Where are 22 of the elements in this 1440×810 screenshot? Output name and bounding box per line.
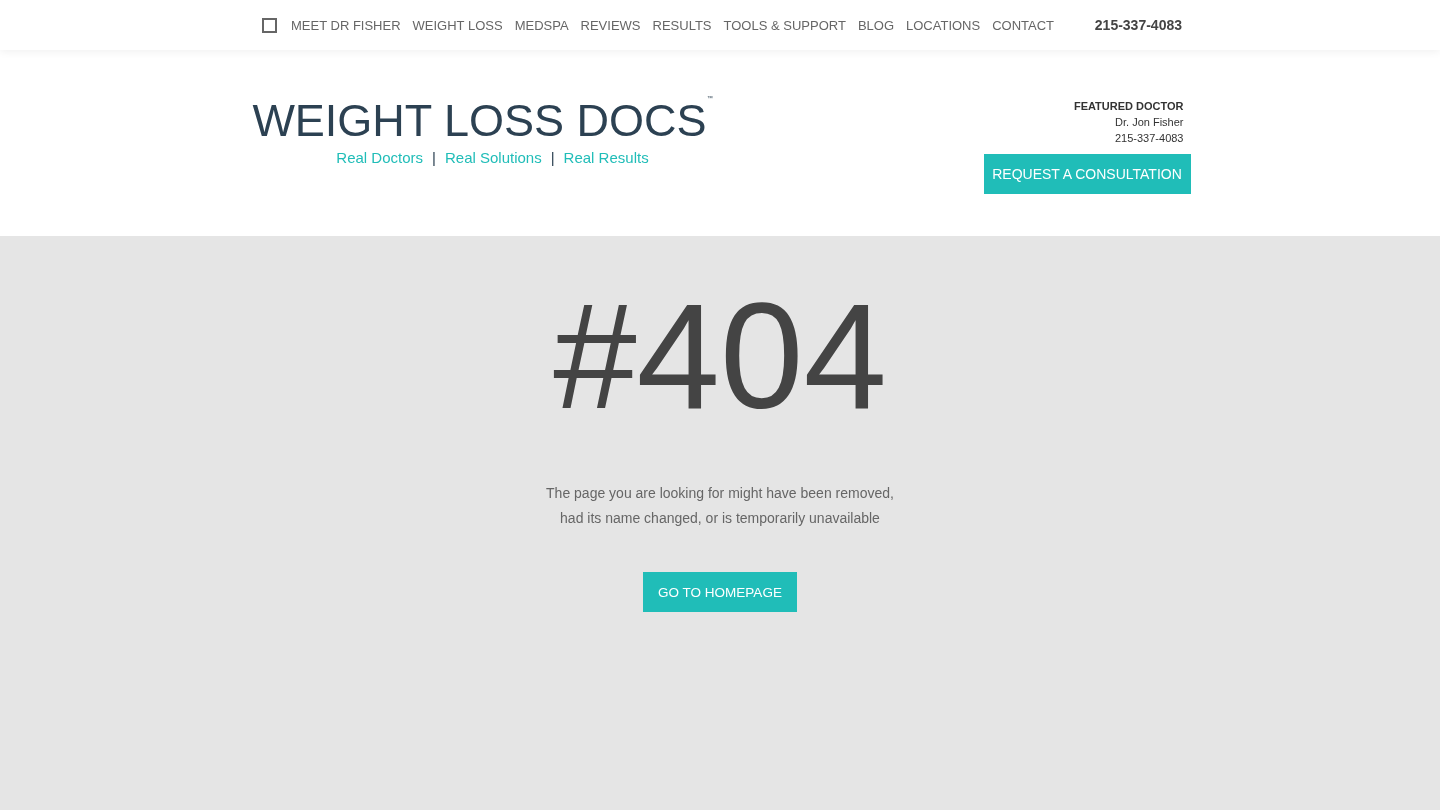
nav-link[interactable]: WEIGHT LOSS — [412, 17, 503, 33]
doctor-name: Dr. Jon Fisher — [1115, 115, 1184, 130]
tagline: Real Doctors — [336, 149, 424, 166]
nav-link[interactable]: REVIEWS — [580, 17, 641, 33]
phone-number: 215-337-4083 — [1094, 17, 1182, 33]
tagline-separator: | — [550, 149, 555, 166]
nav-link[interactable]: BLOG — [857, 17, 894, 33]
tagline-separator: | — [432, 149, 436, 166]
featured-heading: FEATURED DOCTOR — [1073, 99, 1184, 114]
logo-wordmark: WEIGHT LOSS DOCS — [252, 95, 707, 147]
nav-link[interactable]: MEET DR FISHER — [291, 17, 401, 33]
nav-link[interactable]: TOOLS & SUPPORT — [723, 17, 846, 33]
tagline: Real Results — [563, 149, 649, 166]
menu-icon[interactable] — [262, 17, 277, 33]
tagline: Real Solutions — [444, 149, 542, 166]
nav-link[interactable]: RESULTS — [652, 17, 712, 33]
error-code: #404 — [553, 281, 887, 431]
nav-link[interactable]: CONTACT — [992, 17, 1055, 33]
error-message: The page you are looking for might have been removed, had its name changed, or is temporarily unavailable — [546, 484, 894, 528]
nav-link[interactable]: LOCATIONS — [906, 17, 981, 33]
nav-link[interactable]: MEDSPA — [514, 17, 569, 33]
doctor-phone: 215-337-4083 — [1115, 131, 1184, 146]
